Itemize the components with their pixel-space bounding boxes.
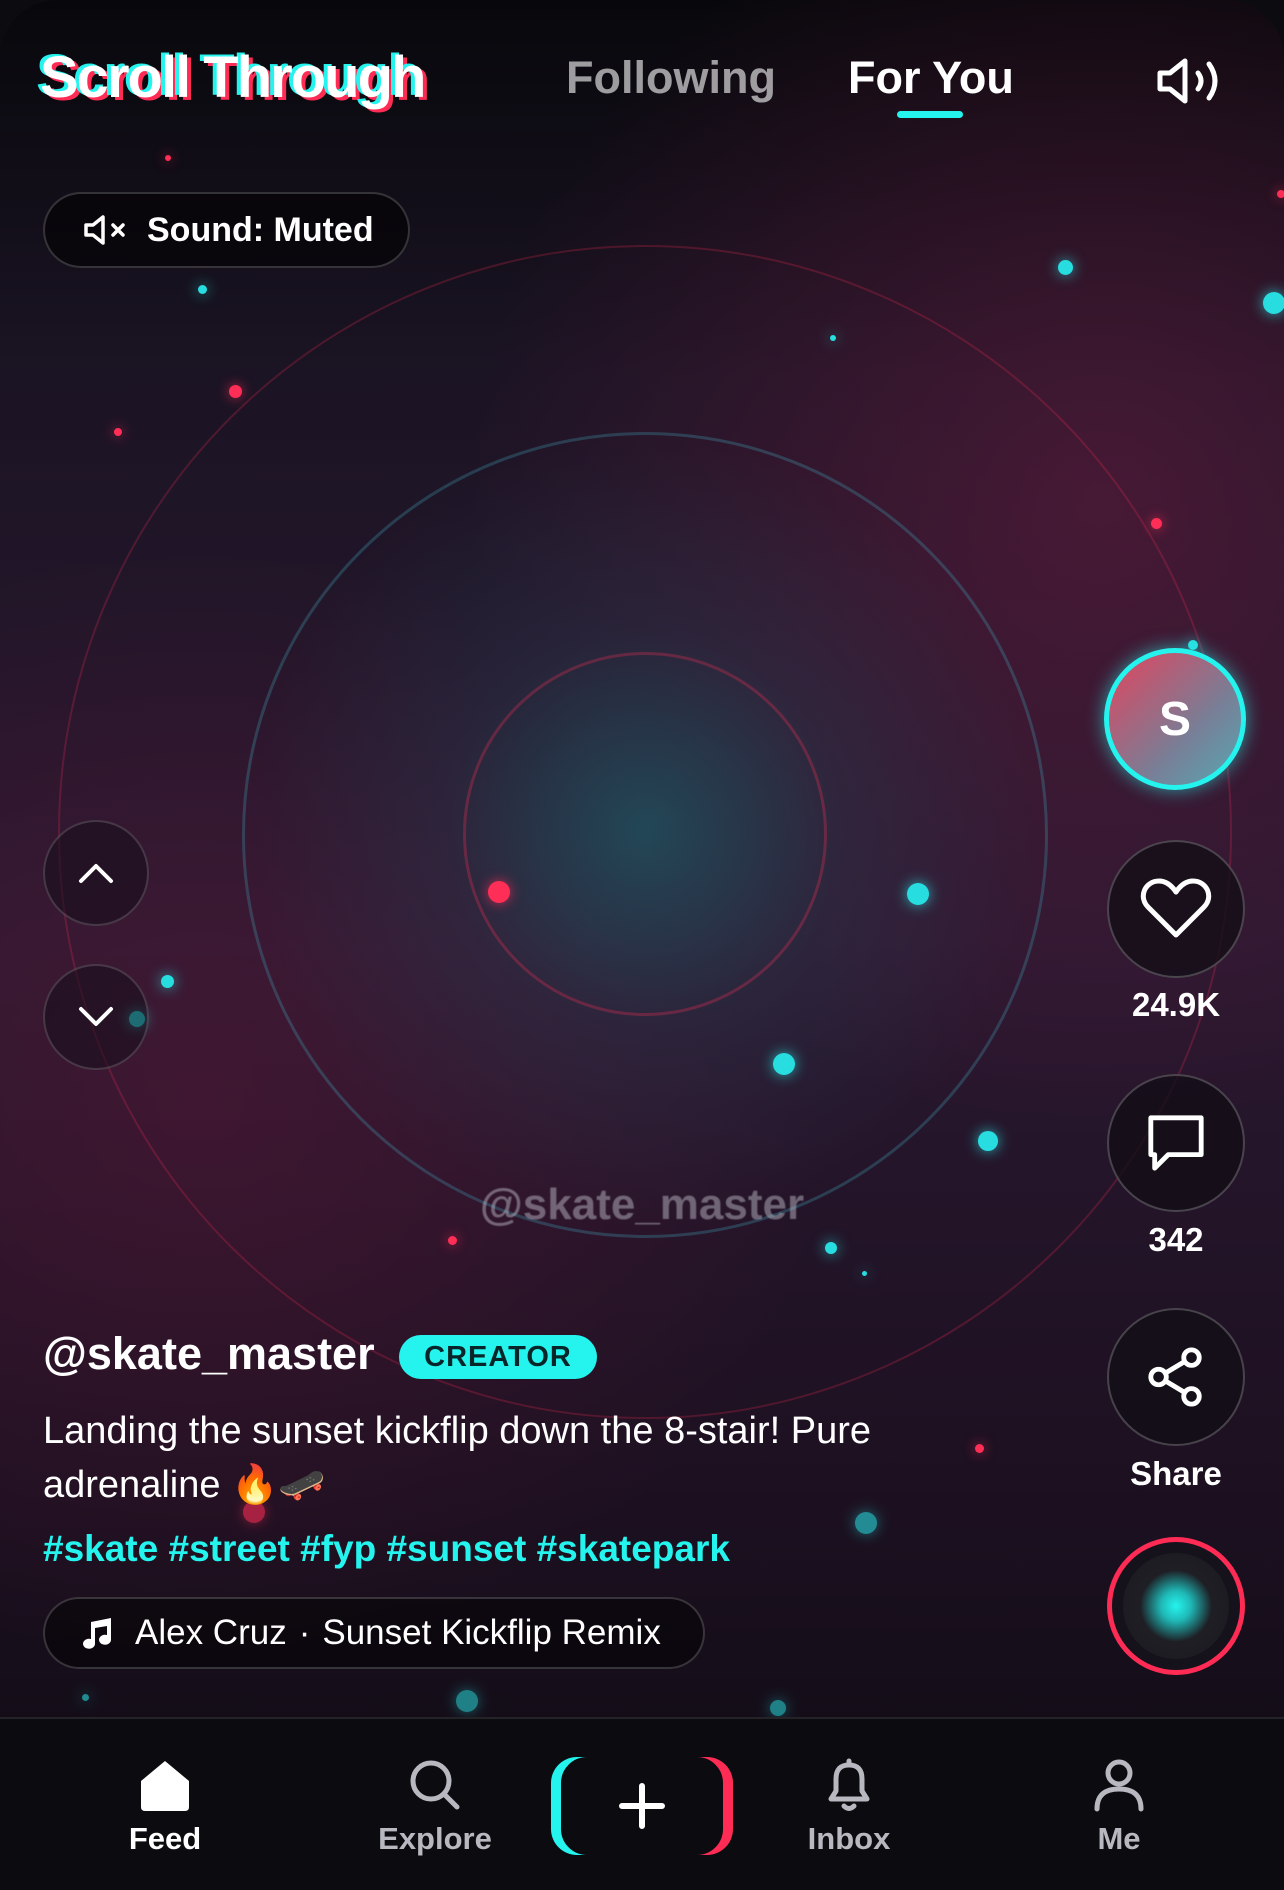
tab-for-you[interactable]: For You xyxy=(848,52,1014,104)
particle xyxy=(773,1053,795,1075)
nav-feed[interactable]: Feed xyxy=(75,1757,255,1857)
decor-ring-inner xyxy=(463,652,827,1016)
particle xyxy=(165,155,171,161)
share-icon xyxy=(1148,1347,1202,1407)
particle xyxy=(830,335,836,341)
sound-status-pill[interactable]: Sound: Muted xyxy=(43,192,410,268)
speaker-volume-icon[interactable] xyxy=(1156,56,1226,106)
nav-feed-label: Feed xyxy=(128,1821,202,1856)
particle xyxy=(855,1512,877,1534)
heart-icon xyxy=(1140,878,1212,938)
tab-following[interactable]: Following xyxy=(566,52,776,104)
particle xyxy=(825,1242,837,1254)
like-button[interactable] xyxy=(1107,840,1245,978)
speaker-muted-icon xyxy=(84,215,125,245)
decor-ring-middle xyxy=(242,432,1048,1238)
particle xyxy=(862,1271,867,1276)
music-separator: · xyxy=(298,1613,311,1652)
active-tab-indicator xyxy=(897,111,963,118)
post-username[interactable]: @skate_master xyxy=(43,1328,375,1380)
particle xyxy=(978,1131,998,1151)
nav-explore-label: Explore xyxy=(378,1821,492,1856)
bell-icon xyxy=(828,1758,870,1811)
post-caption: Landing the sunset kickflip down the 8-s… xyxy=(43,1410,872,1506)
like-count: 24.9K xyxy=(1131,986,1221,1023)
music-disc-icon xyxy=(1123,1553,1229,1659)
particle xyxy=(907,883,929,905)
create-post-button[interactable] xyxy=(561,1757,723,1855)
avatar-initial: S xyxy=(1158,692,1191,746)
particle xyxy=(975,1444,984,1453)
creator-badge: CREATOR xyxy=(399,1335,597,1379)
next-video-button[interactable] xyxy=(43,964,149,1070)
music-title: Sunset Kickflip Remix xyxy=(322,1613,661,1652)
home-icon xyxy=(141,1761,189,1811)
music-track-pill[interactable]: Alex Cruz · Sunset Kickflip Remix xyxy=(43,1597,705,1669)
particle xyxy=(1277,190,1284,198)
particle xyxy=(114,428,122,436)
sound-status-label: Sound: Muted xyxy=(147,210,374,249)
chevron-down-icon xyxy=(79,1007,113,1026)
nav-explore[interactable]: Explore xyxy=(345,1757,525,1857)
decor-ring-outer xyxy=(58,245,1232,1419)
app-logo: Scroll Through xyxy=(40,45,426,110)
creator-avatar[interactable]: S xyxy=(1104,648,1246,790)
comment-count: 342 xyxy=(1148,1221,1204,1258)
bottom-navigation: Feed Explore Inbox Me xyxy=(0,1717,1284,1890)
previous-video-button[interactable] xyxy=(43,820,149,926)
particle xyxy=(198,285,207,294)
particle xyxy=(161,975,174,988)
share-button[interactable] xyxy=(1107,1308,1245,1446)
particle xyxy=(488,881,510,903)
music-disc-button[interactable] xyxy=(1107,1537,1245,1675)
search-icon xyxy=(410,1760,460,1810)
post-hashtags[interactable]: #skate #street #fyp #sunset #skatepark xyxy=(43,1528,730,1570)
nav-me-label: Me xyxy=(1097,1821,1141,1856)
comment-button[interactable] xyxy=(1107,1074,1245,1212)
chevron-up-icon xyxy=(79,864,113,883)
plus-icon xyxy=(619,1783,665,1829)
particle xyxy=(229,385,242,398)
particle xyxy=(1263,292,1284,314)
particle xyxy=(1151,518,1162,529)
comment-icon xyxy=(1148,1115,1204,1171)
music-note-icon xyxy=(83,1618,111,1649)
particle xyxy=(448,1236,457,1245)
particle xyxy=(1058,260,1073,275)
profile-icon xyxy=(1094,1759,1144,1812)
particle xyxy=(82,1694,89,1701)
nav-me[interactable]: Me xyxy=(1029,1757,1209,1857)
share-label: Share xyxy=(1130,1455,1222,1492)
phone-screen: Scroll Through Following For You Sound: … xyxy=(0,0,1284,1890)
video-watermark: @skate_master xyxy=(479,1180,805,1229)
particle xyxy=(770,1700,786,1716)
particle xyxy=(456,1690,478,1712)
nav-inbox-label: Inbox xyxy=(807,1821,891,1856)
music-artist: Alex Cruz xyxy=(135,1613,287,1652)
nav-inbox[interactable]: Inbox xyxy=(759,1757,939,1857)
